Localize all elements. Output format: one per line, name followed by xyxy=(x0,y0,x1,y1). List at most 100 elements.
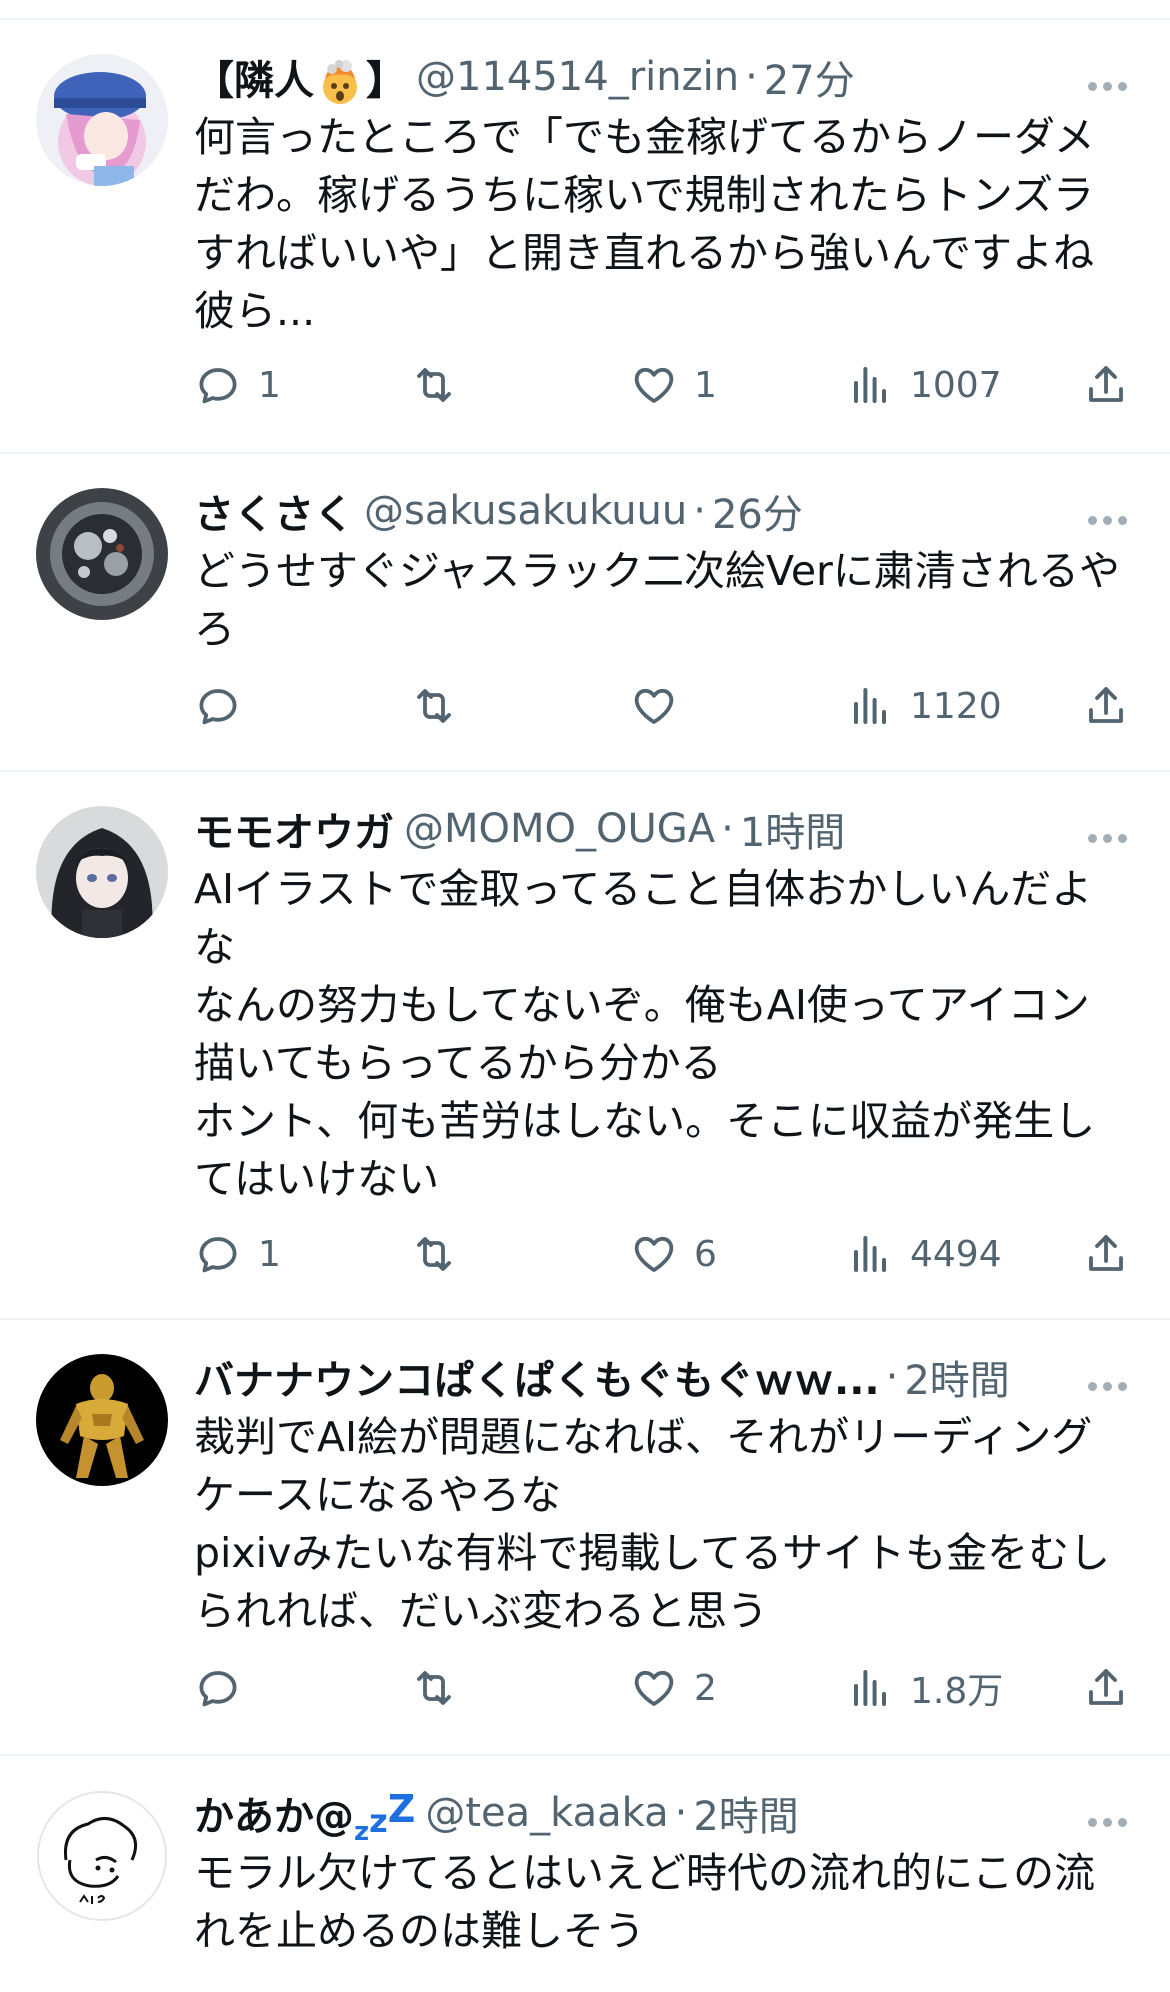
separator-dot: · xyxy=(721,806,734,852)
like-icon xyxy=(634,688,674,724)
like-count: 6 xyxy=(694,1233,717,1275)
display-name[interactable]: さくさく xyxy=(194,482,354,540)
avatar[interactable] xyxy=(36,1790,168,1922)
handle[interactable]: @sakusakukuuu xyxy=(364,488,687,534)
reply-count: 1 xyxy=(258,1233,281,1275)
views-count: 1120 xyxy=(910,685,1002,727)
action-bar: 1120 xyxy=(194,678,1130,734)
display-name[interactable]: かあか@zzZ xyxy=(194,1784,415,1842)
separator-dot: · xyxy=(745,54,758,100)
avatar[interactable] xyxy=(36,1354,168,1486)
retweet-button[interactable] xyxy=(410,1226,474,1282)
retweet-button[interactable] xyxy=(410,1660,474,1716)
like-count: 1 xyxy=(694,364,717,406)
more-icon[interactable] xyxy=(1086,1370,1130,1400)
separator-dot: · xyxy=(885,1354,899,1400)
exploding-head-emoji-icon xyxy=(323,59,357,104)
tweet-text: 何言ったところで「でも金稼げてるからノーダメだわ。稼げるうちに稼いで規制されたら… xyxy=(194,113,1095,335)
handle[interactable]: @tea_kaaka xyxy=(425,1790,668,1836)
more-icon[interactable] xyxy=(1086,822,1130,852)
tweet-header: バナナウンコぱくぱくもぐもぐｗｗ... · 2時間 xyxy=(194,1350,1130,1404)
separator-dot: · xyxy=(693,488,706,534)
retweet-button[interactable] xyxy=(410,678,474,734)
tweet-text: AIイラストで金取ってること自体おかしいんだよな なんの努力もしてないぞ。俺もA… xyxy=(194,865,1096,1203)
reply-icon xyxy=(199,1671,237,1707)
views-button[interactable]: 1007 xyxy=(846,357,1002,413)
retweet-button[interactable] xyxy=(410,357,474,413)
avatar[interactable] xyxy=(36,488,168,620)
share-button[interactable] xyxy=(1082,357,1130,413)
share-button[interactable] xyxy=(1082,1226,1130,1282)
reply-feed: 【隣人】 @114514_rinzin · 27分 何言ったところで「でも金稼げ… xyxy=(0,20,1170,1992)
views-icon xyxy=(854,688,886,724)
tweet-header: かあか@zzZ @tea_kaaka · 2時間 xyxy=(194,1784,1130,1842)
tweet[interactable]: バナナウンコぱくぱくもぐもぐｗｗ... · 2時間 裁判でAI絵が問題になれば、… xyxy=(0,1320,1170,1756)
like-icon xyxy=(634,367,674,403)
display-name[interactable]: 【隣人】 xyxy=(194,48,406,107)
action-bar: 1 1 1007 xyxy=(194,357,1130,413)
retweet-icon xyxy=(417,368,451,402)
more-icon[interactable] xyxy=(1086,504,1130,534)
like-button[interactable] xyxy=(630,678,694,734)
tweet-text: 裁判でAI絵が問題になれば、それがリーディングケースになるやろな pixivみた… xyxy=(194,1413,1111,1635)
retweet-icon xyxy=(417,1671,451,1705)
avatar[interactable] xyxy=(36,806,168,938)
like-icon xyxy=(634,1670,674,1706)
reply-count: 1 xyxy=(258,364,281,406)
share-icon xyxy=(1089,1235,1123,1271)
timestamp[interactable]: 2時間 xyxy=(693,1784,798,1842)
retweet-icon xyxy=(417,689,451,723)
like-count: 2 xyxy=(694,1667,717,1709)
more-icon[interactable] xyxy=(1086,70,1130,100)
reply-icon xyxy=(199,689,237,725)
like-button[interactable]: 6 xyxy=(630,1226,717,1282)
tweet-header: モモオウガ @MOMO_OUGA · 1時間 xyxy=(194,802,1130,856)
views-icon xyxy=(854,367,886,403)
tweet[interactable]: モモオウガ @MOMO_OUGA · 1時間 AIイラストで金取ってること自体お… xyxy=(0,772,1170,1320)
share-icon xyxy=(1089,366,1123,402)
views-count: 1.8万 xyxy=(910,1671,1004,1712)
action-bar: 2 1.8万 xyxy=(194,1660,1130,1716)
handle[interactable]: @114514_rinzin xyxy=(416,54,739,100)
separator-dot: · xyxy=(674,1790,688,1836)
tweet-header: 【隣人】 @114514_rinzin · 27分 xyxy=(194,50,1130,104)
share-icon xyxy=(1089,687,1123,723)
views-button[interactable]: 1.8万 xyxy=(846,1660,1003,1716)
tweet[interactable]: 【隣人】 @114514_rinzin · 27分 何言ったところで「でも金稼げ… xyxy=(0,20,1170,454)
views-count: 1007 xyxy=(910,364,1002,406)
reply-button[interactable] xyxy=(194,678,258,734)
share-button[interactable] xyxy=(1082,1660,1130,1716)
display-name[interactable]: モモオウガ xyxy=(194,800,394,858)
views-button[interactable]: 4494 xyxy=(846,1226,1002,1282)
reply-button[interactable]: 1 xyxy=(194,1226,281,1282)
share-button[interactable] xyxy=(1082,678,1130,734)
reply-icon xyxy=(199,1237,237,1273)
handle[interactable]: @MOMO_OUGA xyxy=(404,806,715,852)
tweet-text: どうせすぐジャスラック二次絵Verに粛清されるやろ xyxy=(194,547,1120,653)
timestamp[interactable]: 26分 xyxy=(712,482,803,540)
tweet[interactable]: かあか@zzZ @tea_kaaka · 2時間 モラル欠けてるとはいえど時代の… xyxy=(0,1756,1170,1992)
views-button[interactable]: 1120 xyxy=(846,678,1002,734)
zzz-sleep-emoji: zzZ xyxy=(354,1787,416,1842)
reply-button[interactable]: 1 xyxy=(194,357,281,413)
tweet[interactable]: さくさく @sakusakukuuu · 26分 どうせすぐジャスラック二次絵V… xyxy=(0,454,1170,772)
tweet-text: モラル欠けてるとはいえど時代の流れ的にこの流れを止めるのは難しそう xyxy=(194,1849,1096,1955)
like-button[interactable]: 2 xyxy=(630,1660,717,1716)
display-name[interactable]: バナナウンコぱくぱくもぐもぐｗｗ... xyxy=(194,1348,880,1406)
avatar[interactable] xyxy=(36,54,168,186)
like-button[interactable]: 1 xyxy=(630,357,717,413)
more-icon[interactable] xyxy=(1086,1806,1130,1836)
timestamp[interactable]: 27分 xyxy=(764,48,855,106)
like-icon xyxy=(634,1236,674,1272)
reply-button[interactable] xyxy=(194,1660,258,1716)
reply-icon xyxy=(199,368,237,404)
views-icon xyxy=(854,1236,886,1272)
views-icon xyxy=(854,1670,886,1706)
timestamp[interactable]: 1時間 xyxy=(740,800,845,858)
retweet-icon xyxy=(417,1237,451,1271)
views-count: 4494 xyxy=(910,1233,1002,1275)
action-bar: 1 6 4494 xyxy=(194,1226,1130,1282)
timestamp[interactable]: 2時間 xyxy=(904,1348,1009,1406)
share-icon xyxy=(1089,1669,1123,1705)
tweet-header: さくさく @sakusakukuuu · 26分 xyxy=(194,484,1130,538)
